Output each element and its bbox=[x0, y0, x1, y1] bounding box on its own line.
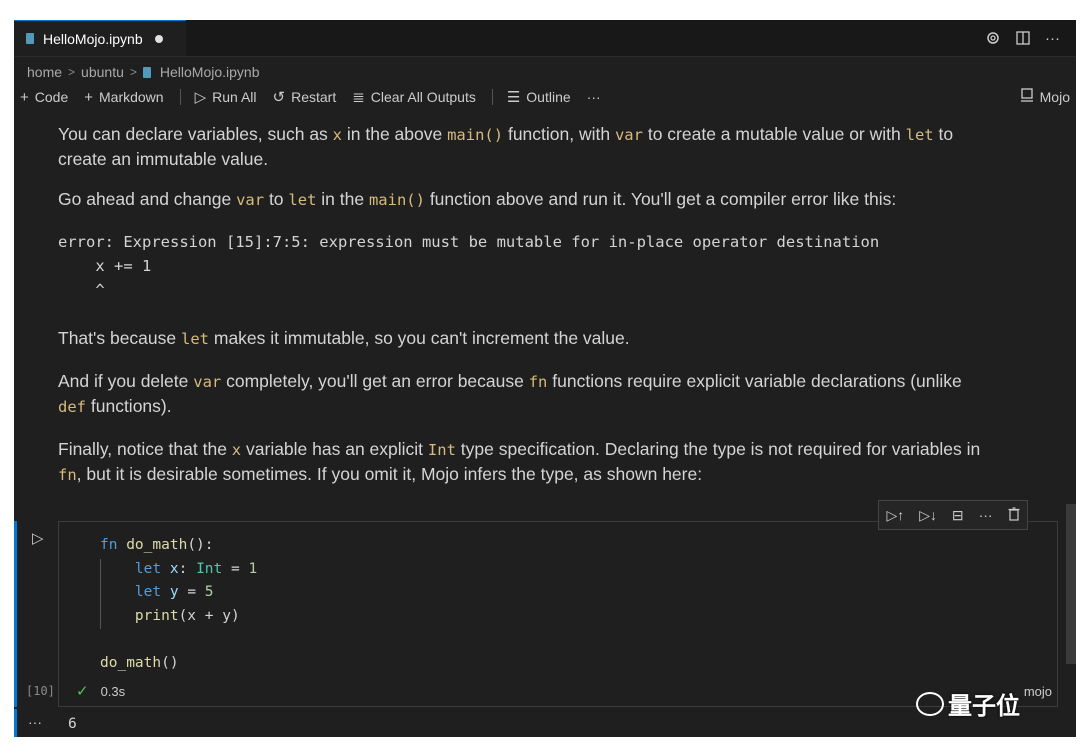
cell-language[interactable]: mojo bbox=[1024, 684, 1052, 699]
split-editor-icon[interactable] bbox=[1015, 30, 1031, 46]
error-line-3: ^ bbox=[58, 281, 105, 299]
watermark: 量子位 bbox=[916, 686, 1020, 721]
markdown-paragraph-5: Finally, notice that the x variable has … bbox=[58, 439, 981, 484]
run-cell-icon[interactable]: ▷ bbox=[32, 529, 44, 547]
notebook-window: HelloMojo.ipynb ··· home > ubuntu > Hell… bbox=[14, 20, 1076, 737]
clear-outputs-button[interactable]: ≣ Clear All Outputs bbox=[352, 88, 476, 106]
tab-bar: HelloMojo.ipynb ··· bbox=[14, 20, 1076, 57]
run-all-button[interactable]: ▷ Run All bbox=[195, 88, 257, 106]
output-more-icon[interactable]: ··· bbox=[28, 714, 42, 730]
kernel-picker[interactable]: Mojo bbox=[1020, 88, 1070, 106]
execution-status: ✓ 0.3s bbox=[76, 682, 125, 700]
chevron-right-icon: > bbox=[129, 65, 137, 79]
tab-label: HelloMojo.ipynb bbox=[43, 30, 143, 47]
cell-focus-indicator bbox=[14, 521, 17, 707]
check-icon: ✓ bbox=[76, 683, 89, 700]
markdown-paragraph-1: You can declare variables, such as x in … bbox=[58, 124, 954, 169]
more-actions-icon[interactable]: ··· bbox=[1045, 30, 1060, 47]
tab-actions: ··· bbox=[985, 20, 1060, 56]
notebook-file-icon bbox=[142, 66, 151, 78]
restart-button[interactable]: ↺ Restart bbox=[273, 88, 337, 106]
execute-above-icon[interactable]: ▷↑ bbox=[886, 507, 904, 524]
add-code-button[interactable]: + Code bbox=[20, 89, 68, 106]
wechat-logo-icon bbox=[916, 691, 944, 716]
plus-icon: + bbox=[84, 88, 93, 106]
toolbar-more-button[interactable]: ··· bbox=[587, 89, 601, 105]
delete-cell-icon[interactable] bbox=[1008, 506, 1020, 524]
unsaved-dot-icon[interactable] bbox=[154, 34, 163, 43]
markdown-paragraph-2: Go ahead and change var to let in the ma… bbox=[58, 189, 897, 209]
markdown-paragraph-4: And if you delete var completely, you'll… bbox=[58, 371, 962, 416]
scrollbar-thumb[interactable] bbox=[1066, 504, 1076, 664]
toolbar-divider bbox=[179, 89, 181, 105]
breadcrumb-file[interactable]: HelloMojo.ipynb bbox=[160, 64, 260, 80]
execution-duration: 0.3s bbox=[100, 683, 126, 699]
split-cell-icon[interactable]: ⊟ bbox=[952, 507, 964, 524]
clear-outputs-icon: ≣ bbox=[352, 89, 365, 106]
cell-code: fn do_math(): let x: Int = 1 let y = 5 p… bbox=[100, 537, 258, 671]
add-markdown-button[interactable]: + Markdown bbox=[84, 89, 163, 106]
execute-below-icon[interactable]: ▷↓ bbox=[919, 507, 937, 524]
error-line-1: error: Expression [15]:7:5: expression m… bbox=[58, 233, 880, 251]
output-focus-indicator bbox=[14, 709, 17, 737]
restart-icon: ↺ bbox=[272, 89, 286, 106]
error-line-2: x += 1 bbox=[58, 257, 152, 275]
markdown-paragraph-3: That's because let makes it immutable, s… bbox=[58, 328, 630, 348]
plus-icon: + bbox=[20, 88, 29, 106]
chevron-right-icon: > bbox=[68, 65, 76, 79]
cell-toolbar: ▷↑ ▷↓ ⊟ ··· bbox=[878, 500, 1028, 530]
breadcrumb-ubuntu[interactable]: ubuntu bbox=[81, 64, 124, 80]
error-code-block: error: Expression [15]:7:5: expression m… bbox=[58, 230, 879, 302]
gear-icon[interactable] bbox=[985, 30, 1001, 46]
tab-hellomojo[interactable]: HelloMojo.ipynb bbox=[14, 20, 186, 56]
toolbar-divider bbox=[491, 89, 493, 105]
execution-count: [10] bbox=[26, 684, 55, 698]
breadcrumb-home[interactable]: home bbox=[27, 64, 62, 80]
breadcrumb: home > ubuntu > HelloMojo.ipynb bbox=[27, 62, 260, 82]
run-all-icon: ▷ bbox=[194, 89, 207, 106]
cell-more-icon[interactable]: ··· bbox=[979, 507, 993, 523]
kernel-icon bbox=[1020, 88, 1034, 106]
outline-button[interactable]: ☰ Outline bbox=[507, 88, 571, 106]
notebook-toolbar: + Code + Markdown ▷ Run All ↺ Restart ≣ … bbox=[20, 86, 1070, 108]
cell-output: 6 bbox=[68, 716, 77, 732]
outline-icon: ☰ bbox=[506, 89, 521, 106]
notebook-file-icon bbox=[26, 33, 34, 44]
